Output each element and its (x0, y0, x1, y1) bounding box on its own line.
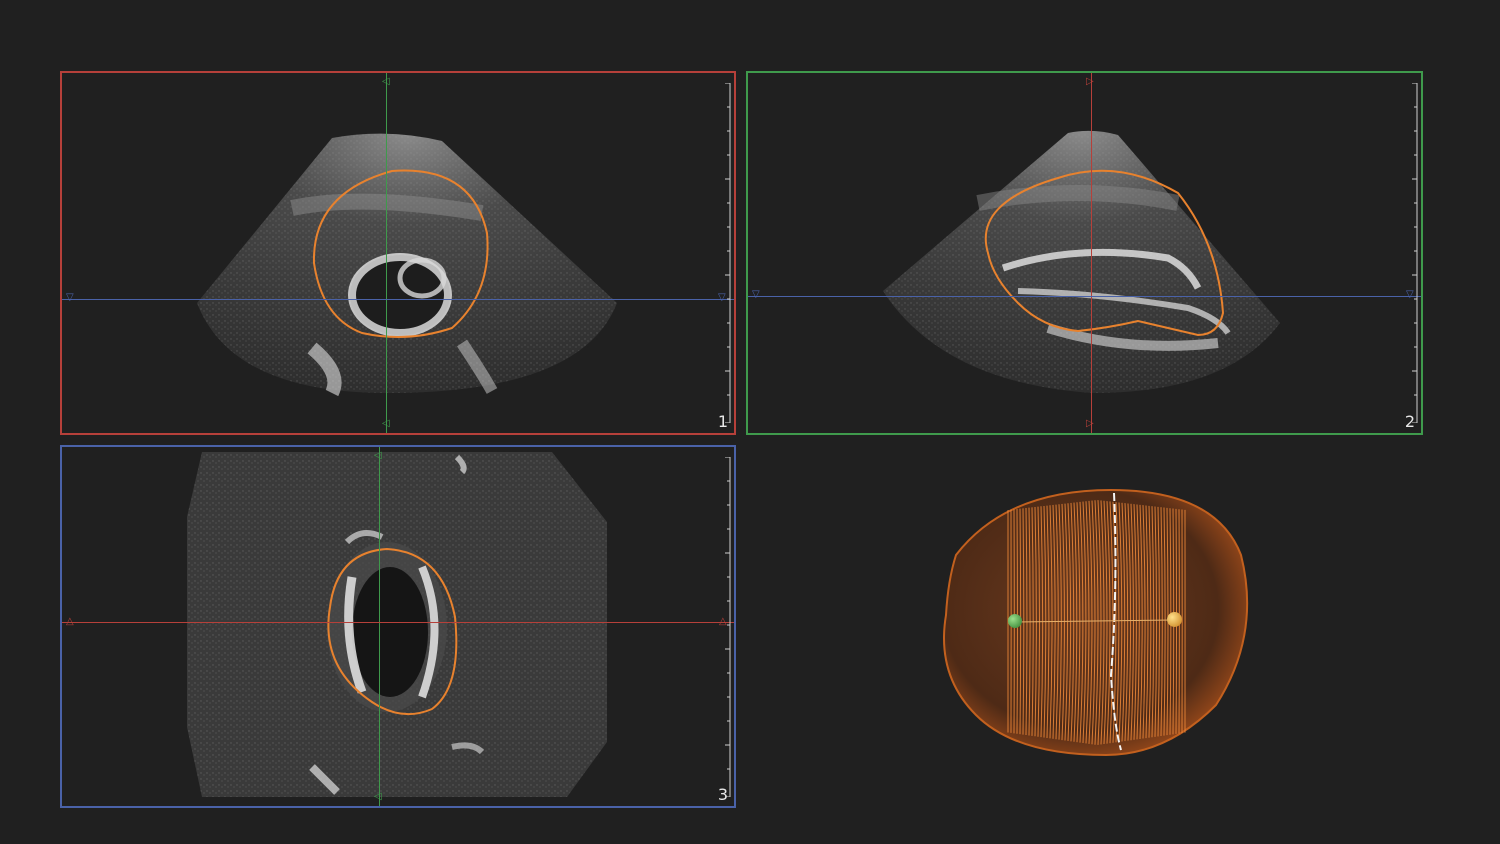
crosshair-horizontal[interactable] (748, 296, 1421, 297)
viewport-3d-render[interactable] (746, 445, 1423, 808)
depth-ruler (1412, 83, 1418, 423)
3d-volume-render (943, 488, 1249, 757)
depth-ruler (725, 83, 731, 423)
viewport-plane-1[interactable]: ◁ ◁ ▽ ▽ 1 (60, 71, 736, 435)
ultrasound-image-plane-3 (187, 452, 607, 797)
crosshair-vertical[interactable] (1091, 73, 1092, 433)
ultrasound-image-plane-1 (197, 133, 617, 397)
depth-ruler (725, 457, 731, 797)
triangle-marker-icon[interactable]: ◁ (374, 451, 382, 461)
crosshair-horizontal[interactable] (62, 622, 734, 623)
triangle-marker-icon[interactable]: △ (66, 617, 74, 627)
sphere-landmark-icon[interactable] (1008, 614, 1022, 628)
sphere-landmark-icon[interactable] (1167, 612, 1182, 627)
triangle-marker-icon[interactable]: ▷ (1086, 419, 1094, 429)
ultrasound-image-plane-2 (883, 130, 1280, 393)
triangle-marker-icon[interactable]: ◁ (382, 77, 390, 87)
viewport-plane-3[interactable]: ◁ ◁ △ △ 3 (60, 445, 736, 808)
triangle-marker-icon[interactable]: ◁ (374, 792, 382, 802)
crosshair-horizontal[interactable] (62, 299, 734, 300)
viewport-plane-2[interactable]: ▷ ▷ ▽ ▽ 2 (746, 71, 1423, 435)
triangle-marker-icon[interactable]: ▷ (1086, 77, 1094, 87)
crosshair-vertical[interactable] (386, 73, 387, 433)
triangle-marker-icon[interactable]: ◁ (382, 419, 390, 429)
triangle-marker-icon[interactable]: ▽ (752, 290, 760, 300)
viewport-number: 3 (717, 785, 728, 804)
crosshair-vertical[interactable] (379, 447, 380, 806)
viewport-number: 2 (1404, 412, 1415, 431)
triangle-marker-icon[interactable]: ▽ (66, 293, 74, 303)
viewport-number: 1 (717, 412, 728, 431)
